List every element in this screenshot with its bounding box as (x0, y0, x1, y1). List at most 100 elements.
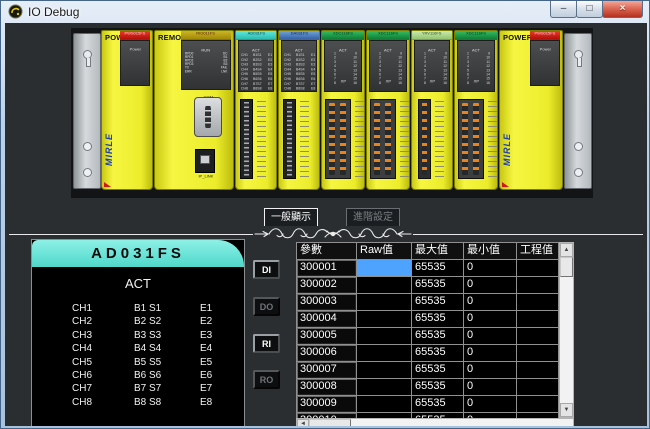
module-yrv116fs[interactable]: YRV116FSACT19210311412513614715816XP (411, 30, 453, 190)
cell-max[interactable]: 65535 (412, 362, 464, 379)
ro-button[interactable]: RO (253, 370, 280, 389)
column-header: 工程值 (517, 243, 559, 260)
cell-min[interactable]: 0 (464, 328, 517, 345)
vertical-scroll-thumb[interactable] (560, 257, 573, 277)
cell-max[interactable]: 65535 (412, 345, 464, 362)
serial-port (194, 97, 222, 137)
ri-button[interactable]: RI (253, 334, 280, 353)
close-button[interactable]: × (602, 1, 643, 18)
cell-raw[interactable] (357, 396, 412, 413)
cell-eng[interactable] (517, 328, 559, 345)
cell-eng[interactable] (517, 311, 559, 328)
general-display-button[interactable]: 一般顯示 (264, 208, 318, 227)
minimize-button[interactable]: – (550, 1, 577, 18)
cell-min[interactable]: 0 (464, 362, 517, 379)
cell-raw[interactable] (357, 379, 412, 396)
module-pws015fs[interactable]: POWERPWS015FSPowerMIRLE (499, 30, 563, 190)
vertical-scrollbar[interactable]: ▲ ▼ (559, 242, 574, 418)
cell-param[interactable]: 300003 (297, 294, 357, 311)
module-da031fs[interactable]: DA031FSACTCH1B1S1E1CH2B2S2E2CH3B3S3E3CH4… (278, 30, 320, 190)
channel-cell: B6 S6 (134, 369, 200, 382)
cell-max[interactable]: 65535 (412, 260, 464, 277)
module-model: RIO011FS (197, 31, 216, 35)
channel-cell: CH7 (72, 382, 134, 395)
cell-param[interactable]: 300008 (297, 379, 357, 396)
cell-param[interactable]: 300009 (297, 396, 357, 413)
mount-hole (574, 142, 583, 151)
module-model: PWS015FS (535, 31, 556, 35)
cell-min[interactable]: 0 (464, 294, 517, 311)
cell-max[interactable]: 65535 (412, 277, 464, 294)
channel-cell: B8 S8 (134, 396, 200, 409)
module-pws015fs[interactable]: POWERPWS015FSPowerMIRLE (101, 30, 153, 190)
scroll-left-icon[interactable]: ◄ (297, 419, 309, 426)
led-label: ERR (185, 70, 193, 74)
cell-param[interactable]: 300002 (297, 277, 357, 294)
module-status-panel: ACT19210311412513614715816XP (414, 40, 450, 92)
channel-cell: CH8 (72, 396, 134, 409)
cell-eng[interactable] (517, 260, 559, 277)
window-controls: – □ × (551, 1, 643, 18)
cell-min[interactable]: 0 (464, 396, 517, 413)
titlebar[interactable]: IO Debug – □ × (1, 1, 649, 23)
cell-eng[interactable] (517, 396, 559, 413)
channel-cell: CH1 (72, 302, 134, 315)
cell-param[interactable]: 300001 (297, 260, 357, 277)
cell-eng[interactable] (517, 379, 559, 396)
cell-raw[interactable] (357, 277, 412, 294)
module-ad031fs[interactable]: AD031FSACTCH1B1S1E1CH2B2S2E2CH3B3S3E3CH4… (235, 30, 277, 190)
module-cap: XDC116FS (455, 31, 497, 40)
cell-raw[interactable] (357, 311, 412, 328)
cell-min[interactable]: 0 (464, 345, 517, 362)
cell-eng[interactable] (517, 277, 559, 294)
app-icon (8, 4, 23, 19)
channel-cell: CH3 (72, 329, 134, 342)
table-row: 300002 655350 (297, 277, 559, 294)
cell-min[interactable]: 0 (464, 277, 517, 294)
cell-param[interactable]: 300004 (297, 311, 357, 328)
module-rio011fs[interactable]: REMOTERIO011FSRUNRPD0RPD1RPD2RPD3TXERRDC… (154, 30, 234, 190)
cell-max[interactable]: 65535 (412, 328, 464, 345)
cell-param[interactable]: 300005 (297, 328, 357, 345)
horizontal-scrollbar[interactable]: ◄ (296, 418, 574, 426)
module-xdc116fs[interactable]: XDC116FSACT19210311412513614715816XP (321, 30, 365, 190)
cell-raw[interactable] (357, 328, 412, 345)
cell-raw[interactable] (357, 345, 412, 362)
cell-max[interactable]: 65535 (412, 311, 464, 328)
channel-cell: E4 (200, 342, 212, 355)
horizontal-scroll-thumb[interactable] (309, 419, 351, 426)
module-model: PWS015FS (125, 31, 146, 35)
rack-bracket-left (73, 33, 101, 189)
table-row: 300009 655350 (297, 396, 559, 413)
cell-raw[interactable] (357, 294, 412, 311)
parameter-table: 參數Raw值最大值最小值工程值3000016553503000026553503… (296, 242, 574, 426)
cell-max[interactable]: 65535 (412, 379, 464, 396)
scroll-down-icon[interactable]: ▼ (560, 403, 573, 417)
do-button[interactable]: DO (253, 297, 280, 316)
cell-min[interactable]: 0 (464, 379, 517, 396)
column-header: Raw值 (357, 243, 412, 260)
cell-min[interactable]: 0 (464, 311, 517, 328)
cell-min[interactable]: 0 (464, 260, 517, 277)
cell-max[interactable]: 65535 (412, 294, 464, 311)
cell-max[interactable]: 65535 (412, 396, 464, 413)
module-cap: PWS015FS (120, 31, 150, 40)
cell-raw[interactable] (357, 362, 412, 379)
cell-eng[interactable] (517, 345, 559, 362)
terminal-labels (400, 101, 409, 177)
module-cap: XDC116FS (367, 31, 409, 40)
cell-param[interactable]: 300006 (297, 345, 357, 362)
maximize-button[interactable]: □ (576, 1, 603, 18)
scroll-up-icon[interactable]: ▲ (560, 243, 573, 257)
di-button[interactable]: DI (253, 260, 280, 279)
cell-eng[interactable] (517, 362, 559, 379)
cell-raw[interactable] (357, 260, 412, 277)
cell-eng[interactable] (517, 294, 559, 311)
module-xdc116fs[interactable]: XDC116FSACT19210311412513614715816XP (454, 30, 498, 190)
module-status: ACT (32, 276, 244, 291)
cell-param[interactable]: 300007 (297, 362, 357, 379)
channel-row: CH8B8S8E8 (241, 87, 274, 92)
advanced-settings-button[interactable]: 進階設定 (346, 208, 400, 227)
module-xdc116fs[interactable]: XDC116FSACT19210311412513614715816XP (366, 30, 410, 190)
table-row: 300005 655350 (297, 328, 559, 345)
